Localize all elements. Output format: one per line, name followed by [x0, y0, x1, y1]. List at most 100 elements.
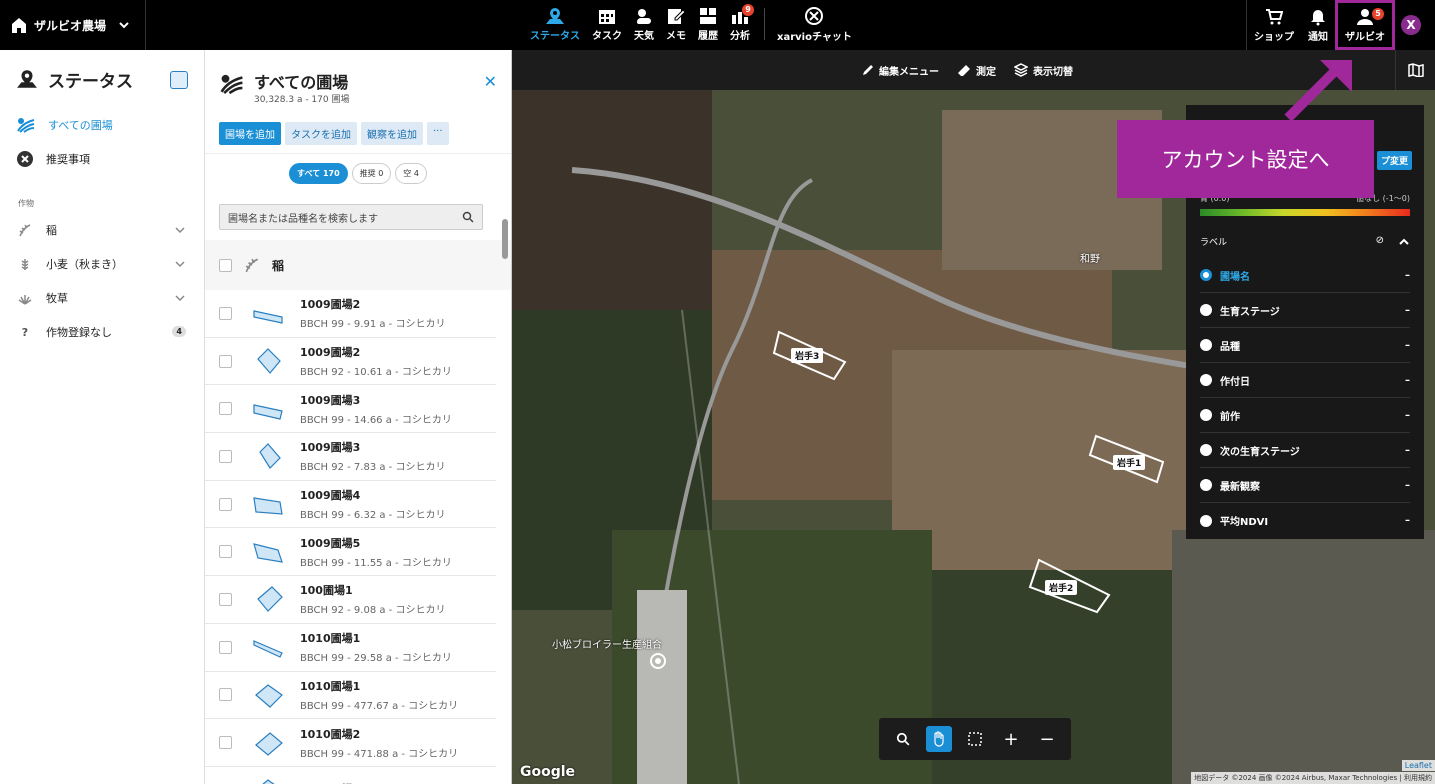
zoom-out-button[interactable]: −: [1034, 726, 1060, 752]
filter-recommended[interactable]: 推奨 0: [351, 163, 392, 184]
field-checkbox[interactable]: [219, 449, 232, 463]
field-checkbox[interactable]: [219, 688, 232, 702]
label-option-next-stage[interactable]: 次の生育ステージ –: [1200, 433, 1410, 468]
field-row[interactable]: 1009圃場3 BBCH 99 - 14.66 a - コシヒカリ: [205, 385, 496, 434]
nav-shop[interactable]: ショップ: [1246, 0, 1301, 50]
leaflet-link[interactable]: Leaflet: [1401, 760, 1435, 771]
field-label-iwate1[interactable]: 岩手1: [1113, 455, 1146, 470]
pan-hand-button[interactable]: [926, 726, 952, 752]
crop-item-none[interactable]: ? 作物登録なし 4: [0, 315, 204, 349]
field-checkbox[interactable]: [219, 736, 232, 750]
chevron-up-icon[interactable]: [1398, 237, 1410, 247]
nav-notify[interactable]: 通知: [1301, 0, 1335, 50]
field-label-iwate3[interactable]: 岩手3: [791, 348, 824, 363]
field-name: 1009圃場3: [300, 441, 361, 455]
field-row[interactable]: 1010圃場2 BBCH 99 - 471.88 a - コシヒカリ: [205, 719, 496, 767]
label-option-previous-crop[interactable]: 前作 –: [1200, 398, 1410, 433]
field-checkbox[interactable]: [219, 640, 232, 654]
radio[interactable]: [1200, 304, 1212, 316]
search-icon: [462, 211, 474, 223]
nav-memo[interactable]: メモ: [660, 4, 692, 44]
field-label-iwate2[interactable]: 岩手2: [1045, 580, 1078, 595]
label-option-text: 圃場名: [1220, 271, 1250, 283]
crop-item-wheat[interactable]: 小麦（秋まき）: [0, 247, 204, 281]
map-book-button[interactable]: [1395, 50, 1435, 90]
field-checkbox[interactable]: [219, 306, 232, 320]
add-observation-button[interactable]: 観察を追加: [361, 122, 423, 145]
nav-weather-label: 天気: [634, 30, 654, 42]
nav-analysis[interactable]: 分析 9: [724, 4, 756, 44]
label-option-variety[interactable]: 品種 –: [1200, 328, 1410, 363]
field-row[interactable]: 1010圃場1 BBCH 99 - 29.58 a - コシヒカリ: [205, 624, 496, 672]
label-option-growth-stage[interactable]: 生育ステージ –: [1200, 293, 1410, 328]
radio[interactable]: [1200, 374, 1212, 386]
measure-button[interactable]: 測定: [957, 63, 996, 78]
label-option-planting-date[interactable]: 作付日 –: [1200, 363, 1410, 398]
nav-chat[interactable]: xarvioチャット: [773, 4, 856, 44]
top-right-nav: ショップ 通知 ザルビオ 5 X: [1246, 0, 1435, 50]
field-row[interactable]: 1009圃場5 BBCH 99 - 11.55 a - コシヒカリ: [205, 528, 496, 577]
panel-toggle-icon[interactable]: [170, 71, 188, 89]
crop-item-rice[interactable]: 稲: [0, 213, 204, 247]
add-task-button[interactable]: タスクを追加: [285, 122, 357, 145]
field-name: 1009圃場3: [300, 393, 361, 407]
radio[interactable]: [1200, 339, 1212, 351]
nav-divider: [764, 8, 765, 40]
select-area-button[interactable]: [962, 726, 988, 752]
zoom-in-button[interactable]: +: [998, 726, 1024, 752]
field-row[interactable]: 1009圃場2 BBCH 99 - 9.91 a - コシヒカリ: [205, 290, 496, 338]
scrollbar[interactable]: [501, 204, 509, 784]
label-option-text: 平均NDVI: [1220, 517, 1269, 528]
select-box-icon: [968, 732, 982, 746]
radio-selected[interactable]: [1200, 269, 1212, 281]
layer-toggle-button[interactable]: 表示切替: [1014, 63, 1073, 78]
field-row[interactable]: 1009圃場3 BBCH 92 - 7.83 a - コシヒカリ: [205, 433, 496, 481]
field-row[interactable]: 1010圃場1 BBCH 99 - 477.67 a - コシヒカリ: [205, 672, 496, 720]
label-option-text: 作付日: [1220, 376, 1250, 388]
radio[interactable]: [1200, 409, 1212, 421]
farm-selector[interactable]: ザルビオ農場: [0, 0, 146, 50]
farm-name: ザルビオ農場: [34, 18, 107, 33]
nav-status[interactable]: ステータス: [524, 4, 586, 44]
field-row[interactable]: 100圃場1 BBCH 92 - 9.08 a - コシヒカリ: [205, 576, 496, 624]
map-search-button[interactable]: [890, 726, 916, 752]
add-field-button[interactable]: 圃場を追加: [219, 122, 281, 145]
option-dash: –: [1405, 374, 1410, 386]
nav-shop-label: ショップ: [1254, 31, 1294, 43]
filter-empty[interactable]: 空 4: [395, 163, 427, 184]
sidebar-item-all-fields[interactable]: すべての圃場: [0, 108, 204, 142]
hand-icon: [934, 731, 944, 747]
field-checkbox[interactable]: [219, 592, 232, 606]
more-button[interactable]: ···: [427, 122, 449, 145]
scroll-thumb[interactable]: [502, 219, 508, 259]
field-row[interactable]: 1009圃場4 BBCH 99 - 6.32 a - コシヒカリ: [205, 481, 496, 529]
filter-all[interactable]: すべて 170: [289, 163, 348, 184]
field-checkbox[interactable]: [219, 354, 232, 368]
field-row[interactable]: 1009圃場2 BBCH 92 - 10.61 a - コシヒカリ: [205, 338, 496, 386]
field-search-input[interactable]: 圃場名または品種名を検索します: [219, 204, 483, 230]
nav-account[interactable]: ザルビオ 5: [1335, 0, 1395, 50]
crop-item-grass[interactable]: 牧草: [0, 281, 204, 315]
field-checkbox[interactable]: [219, 545, 232, 559]
field-checkbox[interactable]: [219, 402, 232, 416]
group-checkbox[interactable]: [219, 258, 232, 272]
label-option-latest-observation[interactable]: 最新観察 –: [1200, 468, 1410, 503]
eye-off-icon[interactable]: ⊘: [1376, 235, 1384, 246]
label-option-field-name[interactable]: 圃場名 –: [1200, 258, 1410, 293]
avatar[interactable]: X: [1401, 15, 1421, 35]
sidebar-item-recommendations[interactable]: 推奨事項: [0, 142, 204, 176]
radio[interactable]: [1200, 514, 1212, 527]
close-icon[interactable]: ✕: [484, 72, 497, 91]
edit-menu-button[interactable]: 編集メニュー: [862, 63, 939, 78]
cart-icon: [1266, 8, 1283, 24]
label-option-avg-ndvi[interactable]: 平均NDVI –: [1200, 503, 1410, 538]
radio[interactable]: [1200, 444, 1212, 456]
legend-change-button[interactable]: プ変更: [1376, 151, 1412, 170]
nav-weather[interactable]: 天気: [628, 4, 660, 44]
field-checkbox[interactable]: [219, 497, 232, 511]
crop-group-header[interactable]: 稲: [205, 240, 511, 290]
field-row[interactable]: 1010圃場3: [205, 767, 496, 784]
nav-history[interactable]: 履歴: [692, 4, 724, 44]
nav-task[interactable]: タスク: [586, 4, 628, 44]
radio[interactable]: [1200, 479, 1212, 491]
